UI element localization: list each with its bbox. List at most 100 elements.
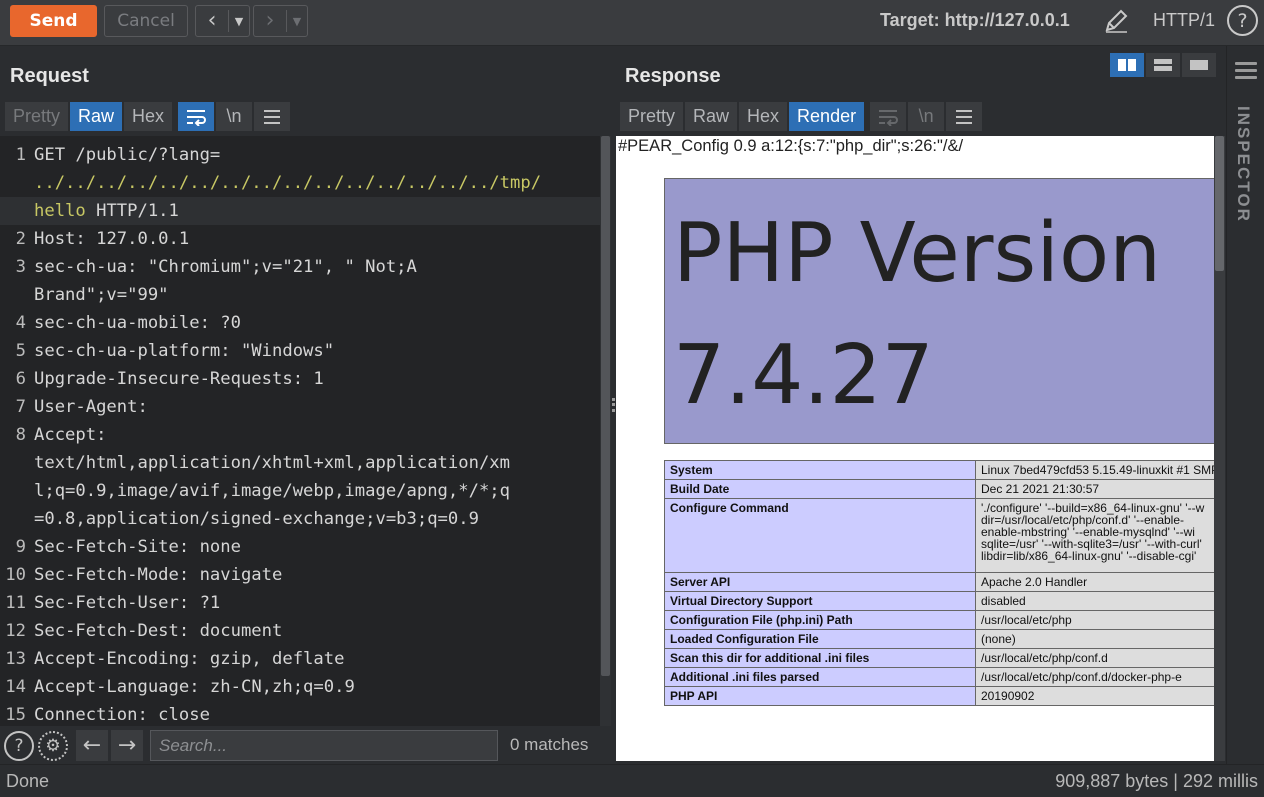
info-value: Apache 2.0 Handler [975, 572, 1214, 592]
chevron-right-icon[interactable]: › [254, 6, 286, 36]
line-number: 9 [15, 537, 26, 557]
tab-render[interactable]: Render [789, 102, 865, 131]
code-line[interactable]: 13 Accept-Encoding: gzip, deflate [5, 645, 600, 673]
header-value: document [189, 621, 283, 641]
search-input[interactable]: Search... [150, 730, 498, 761]
header-value: 127.0.0.1 [85, 229, 190, 249]
gear-icon[interactable]: ⚙ [38, 731, 68, 761]
layout-stacked-icon[interactable] [1146, 53, 1180, 77]
info-value: /usr/local/etc/php/conf.d [975, 648, 1214, 668]
wrap-lines-icon[interactable] [178, 102, 215, 131]
tab-hex[interactable]: Hex [124, 102, 173, 131]
code-line[interactable]: 14 Accept-Language: zh-CN,zh;q=0.9 [5, 673, 600, 701]
header-value: ?1 [189, 593, 221, 613]
code-line[interactable]: text/html,application/xhtml+xml,applicat… [34, 449, 600, 477]
code-line[interactable]: ../../../../../../../../../../../../../.… [34, 169, 600, 197]
line-number: 8 [15, 425, 26, 445]
php-version-header: PHP Version 7.4.27 [664, 178, 1214, 444]
inspector-label[interactable]: INSPECTOR [1233, 106, 1253, 223]
header-value: gzip, deflate [199, 649, 345, 669]
cancel-button[interactable]: Cancel [104, 5, 188, 37]
code-line[interactable]: l;q=0.9,image/avif,image/webp,image/apng… [34, 477, 600, 505]
code-line[interactable]: 1 GET /public/?lang= [16, 141, 600, 169]
table-row: Configuration File (php.ini) Path/usr/lo… [664, 610, 1214, 630]
target-label: Target: http://127.0.0.1 [880, 10, 1070, 30]
header-name: Accept-Encoding: [34, 649, 200, 669]
request-code[interactable]: 1 GET /public/?lang= ../../../../../../../… [0, 141, 600, 726]
help-icon[interactable]: ? [4, 731, 34, 761]
response-scrollbar[interactable] [1214, 136, 1225, 761]
code-line[interactable]: 2 Host: 127.0.0.1 [16, 225, 600, 253]
code-line[interactable]: 15 Connection: close [5, 701, 600, 726]
code-line[interactable]: =0.8,application/signed-exchange;v=b3;q=… [34, 505, 600, 533]
tab-raw[interactable]: Raw [70, 102, 123, 131]
phpinfo-table: System Linux 7bed479cfd53 5.15.49-linuxki… [664, 460, 1214, 706]
send-button[interactable]: Send [10, 5, 97, 37]
tab-pretty[interactable]: Pretty [5, 102, 69, 131]
header-value: l;q=0.9,image/avif,image/webp,image/apng… [34, 481, 510, 501]
header-name: sec-ch-ua-mobile: [34, 313, 210, 333]
forward-history-group[interactable]: › ▼ [253, 5, 308, 37]
code-line[interactable]: 8 Accept: [16, 421, 600, 449]
inspector-menu-icon[interactable] [1235, 62, 1257, 83]
code-line[interactable]: 3 sec-ch-ua: "Chromium";v="21", " Not;A [16, 253, 600, 281]
code-line[interactable]: 7 User-Agent: [16, 393, 600, 421]
scrollbar-thumb[interactable] [1215, 136, 1224, 271]
info-value: './configure' '--build=x86_64-linux-gnu'… [975, 498, 1214, 573]
header-value: "Windows" [230, 341, 335, 361]
pear-config-text: #PEAR_Config 0.9 a:12:{s:7:"php_dir";s:2… [618, 137, 964, 155]
arrow-left-icon[interactable]: ← [76, 730, 108, 761]
info-value: Linux 7bed479cfd53 5.15.49-linuxkit #1 S… [975, 460, 1214, 480]
line-number: 4 [15, 313, 26, 333]
code-line[interactable]: Brand";v="99" [34, 281, 600, 309]
layout-side-by-side-icon[interactable] [1110, 53, 1144, 77]
header-name: Sec-Fetch-Site: [34, 537, 190, 557]
layout-toggle [1110, 53, 1216, 77]
chevron-left-icon[interactable]: ‹ [196, 6, 228, 36]
scrollbar-thumb[interactable] [601, 136, 610, 676]
code-line[interactable]: 5 sec-ch-ua-platform: "Windows" [16, 337, 600, 365]
header-value: HTTP/1.1 [85, 201, 179, 221]
php-version-title: PHP Version 7.4.27 [673, 193, 1161, 437]
header-value: zh-CN,zh;q=0.9 [199, 677, 355, 697]
code-line[interactable]: 4 sec-ch-ua-mobile: ?0 [16, 309, 600, 337]
header-name: GET /public/?lang= [34, 145, 221, 165]
code-line[interactable]: 6 Upgrade-Insecure-Requests: 1 [16, 365, 600, 393]
arrow-right-icon[interactable]: → [111, 730, 143, 761]
show-newlines-button[interactable]: \n [216, 102, 253, 131]
tab-hex[interactable]: Hex [739, 102, 788, 131]
line-number: 14 [5, 677, 26, 697]
tab-pretty[interactable]: Pretty [620, 102, 684, 131]
pencil-icon[interactable] [1103, 8, 1129, 34]
menu-icon[interactable] [254, 102, 291, 131]
code-line[interactable]: 12 Sec-Fetch-Dest: document [5, 617, 600, 645]
info-value: Dec 21 2021 21:30:57 [975, 479, 1214, 499]
code-line[interactable]: 10 Sec-Fetch-Mode: navigate [5, 561, 600, 589]
code-line[interactable]: hello HTTP/1.1 [0, 197, 600, 225]
show-newlines-button: \n [908, 102, 945, 131]
table-row: System Linux 7bed479cfd53 5.15.49-linuxki… [664, 460, 1214, 480]
table-row: Loaded Configuration File (none) [664, 629, 1214, 649]
match-count: 0 matches [510, 735, 589, 754]
info-label: Loaded Configuration File [664, 629, 976, 649]
request-scrollbar[interactable] [600, 136, 611, 726]
http-version-toggle[interactable]: HTTP/1 [1153, 10, 1215, 31]
header-value: =0.8,application/signed-exchange;v=b3;q=… [34, 509, 479, 529]
inspector-sidebar[interactable]: INSPECTOR [1226, 46, 1264, 764]
layout-tabs-icon[interactable] [1182, 53, 1216, 77]
code-line[interactable]: 11 Sec-Fetch-User: ?1 [5, 589, 600, 617]
info-label: Configuration File (php.ini) Path [664, 610, 976, 630]
tab-raw[interactable]: Raw [685, 102, 738, 131]
help-icon[interactable]: ? [1227, 5, 1258, 36]
drag-handle-icon[interactable] [612, 398, 615, 412]
code-line[interactable]: 9 Sec-Fetch-Site: none [16, 533, 600, 561]
menu-icon[interactable] [946, 102, 983, 131]
dropdown-arrow-icon[interactable]: ▼ [287, 15, 307, 28]
request-editor[interactable]: 1 GET /public/?lang= ../../../../../../../… [0, 136, 611, 726]
back-history-group[interactable]: ‹ ▼ [195, 5, 250, 37]
info-label: Server API [664, 572, 976, 592]
response-render-view[interactable]: #PEAR_Config 0.9 a:12:{s:7:"php_dir";s:2… [616, 136, 1214, 761]
dropdown-arrow-icon[interactable]: ▼ [229, 15, 249, 28]
line-number: 1 [15, 145, 26, 165]
info-label: Additional .ini files parsed [664, 667, 976, 687]
